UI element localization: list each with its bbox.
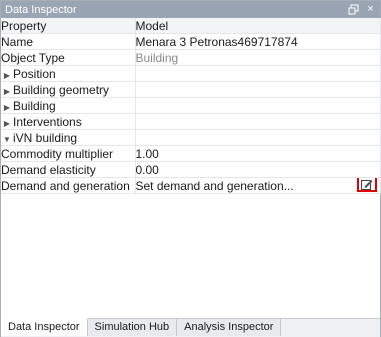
tab-analysis-inspector[interactable]: Analysis Inspector (177, 319, 282, 336)
row-demand-elasticity[interactable]: Demand elasticity 0.00 (1, 161, 381, 178)
commodity-multiplier-value[interactable]: 1.00 (136, 147, 159, 161)
property-label: Interventions (13, 114, 82, 129)
row-position[interactable]: ▶ Position (1, 65, 381, 82)
property-label: Object Type (1, 50, 65, 65)
demand-elasticity-value[interactable]: 0.00 (136, 163, 159, 177)
row-commodity-multiplier[interactable]: Commodity multiplier 1.00 (1, 145, 381, 162)
row-ivn-building[interactable]: ▼ iVN building (1, 129, 381, 146)
property-label: Position (13, 66, 56, 81)
object-type-value: Building (135, 50, 179, 65)
panel-titlebar: Data Inspector × (1, 1, 380, 18)
row-building-geometry[interactable]: ▶ Building geometry (1, 81, 381, 98)
expand-arrow-icon[interactable]: ▶ (1, 103, 13, 112)
restore-icon[interactable] (348, 4, 359, 15)
property-label: iVN building (13, 130, 78, 145)
panel-title: Data Inspector (5, 3, 77, 16)
property-label: Commodity multiplier (1, 146, 114, 161)
property-label: Building (13, 98, 56, 113)
row-building[interactable]: ▶ Building (1, 97, 381, 114)
header-model: Model (135, 18, 381, 34)
close-icon[interactable]: × (365, 4, 376, 15)
row-name[interactable]: Name Menara 3 Petronas469717874 (1, 33, 381, 50)
data-inspector-panel: Data Inspector × Property Model Name Men… (0, 0, 381, 337)
tab-simulation-hub[interactable]: Simulation Hub (87, 319, 178, 336)
property-label: Demand and generation (1, 178, 130, 193)
expand-arrow-icon[interactable]: ▶ (1, 87, 13, 96)
demand-generation-value: Set demand and generation... (135, 178, 294, 193)
property-grid: Property Model Name Menara 3 Petronas469… (1, 18, 381, 194)
header-property: Property (1, 18, 136, 34)
row-interventions[interactable]: ▶ Interventions (1, 113, 381, 130)
collapse-arrow-icon[interactable]: ▼ (1, 135, 13, 144)
grid-header: Property Model (1, 18, 381, 34)
row-demand-and-generation[interactable]: Demand and generation Set demand and gen… (1, 177, 381, 194)
row-object-type: Object Type Building (1, 49, 381, 66)
property-label: Demand elasticity (1, 162, 96, 177)
tab-data-inspector[interactable]: Data Inspector (1, 318, 88, 336)
title-controls: × (348, 4, 376, 15)
edit-icon[interactable] (356, 177, 377, 192)
property-label: Name (1, 34, 34, 49)
property-label: Building geometry (13, 82, 110, 97)
name-value[interactable]: Menara 3 Petronas469717874 (136, 35, 298, 49)
expand-arrow-icon[interactable]: ▶ (1, 71, 13, 80)
bottom-tab-bar: Data Inspector Simulation Hub Analysis I… (1, 318, 380, 337)
expand-arrow-icon[interactable]: ▶ (1, 119, 13, 128)
